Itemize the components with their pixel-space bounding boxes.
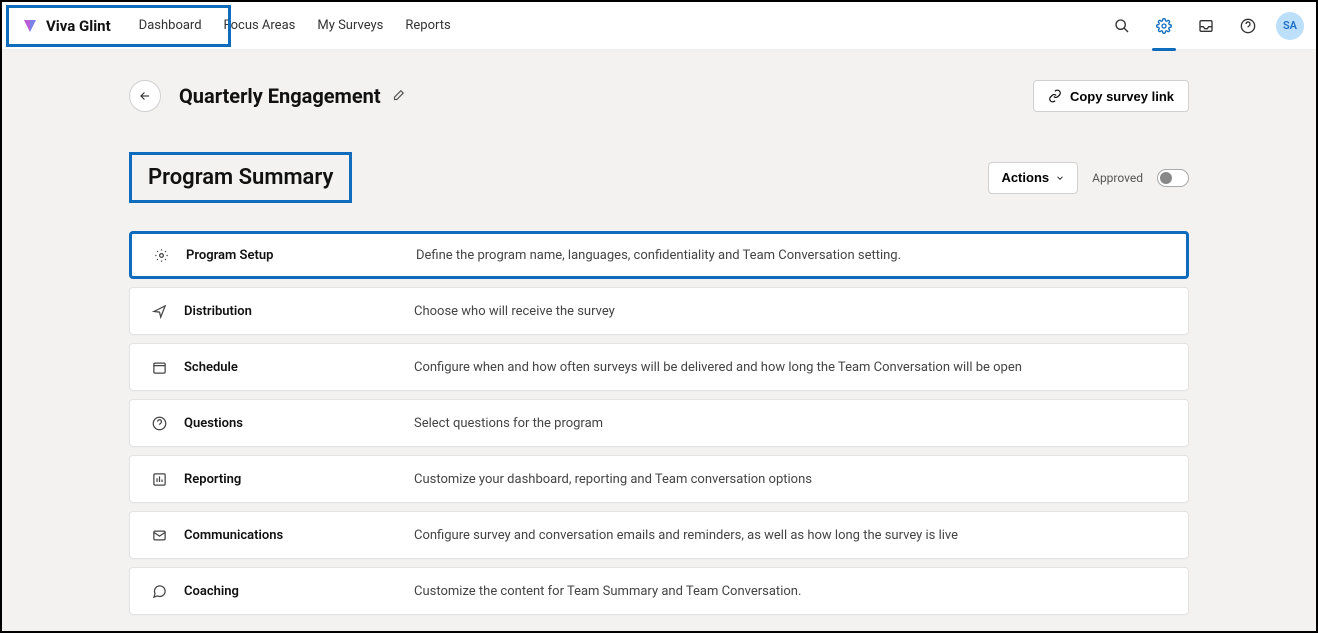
settings-icon[interactable] xyxy=(1150,12,1178,40)
item-label: Communications xyxy=(184,528,414,543)
mail-icon xyxy=(150,528,168,543)
chat-icon xyxy=(150,584,168,599)
list-item-schedule[interactable]: Schedule Configure when and how often su… xyxy=(129,343,1189,391)
nav-link-reports[interactable]: Reports xyxy=(405,18,450,33)
calendar-icon xyxy=(150,360,168,375)
section-title: Program Summary xyxy=(148,165,333,190)
list-item-reporting[interactable]: Reporting Customize your dashboard, repo… xyxy=(129,455,1189,503)
program-items-list: Program Setup Define the program name, l… xyxy=(129,231,1189,615)
back-button[interactable] xyxy=(129,80,161,112)
list-item-coaching[interactable]: Coaching Customize the content for Team … xyxy=(129,567,1189,615)
item-label: Program Setup xyxy=(186,248,416,263)
approved-label: Approved xyxy=(1092,171,1143,185)
nav-link-dashboard[interactable]: Dashboard xyxy=(139,18,202,33)
inbox-icon[interactable] xyxy=(1192,12,1220,40)
search-icon[interactable] xyxy=(1108,12,1136,40)
app-frame: Viva Glint Dashboard Focus Areas My Surv… xyxy=(0,0,1318,633)
item-desc: Define the program name, languages, conf… xyxy=(416,248,901,263)
item-desc: Choose who will receive the survey xyxy=(414,304,615,319)
content-area: Quarterly Engagement Copy survey link Pr… xyxy=(2,50,1316,631)
item-desc: Customize the content for Team Summary a… xyxy=(414,584,801,599)
highlight-program-summary: Program Summary xyxy=(129,152,352,203)
avatar[interactable]: SA xyxy=(1276,12,1304,40)
section-header: Program Summary Actions Approved xyxy=(129,152,1189,203)
list-item-communications[interactable]: Communications Configure survey and conv… xyxy=(129,511,1189,559)
chart-icon xyxy=(150,472,168,487)
edit-icon[interactable] xyxy=(391,89,405,103)
item-label: Questions xyxy=(184,416,414,431)
nav-right: SA xyxy=(1108,12,1304,40)
approved-toggle[interactable] xyxy=(1157,169,1189,187)
copy-survey-link-button[interactable]: Copy survey link xyxy=(1033,80,1189,112)
list-item-distribution[interactable]: Distribution Choose who will receive the… xyxy=(129,287,1189,335)
list-item-questions[interactable]: Questions Select questions for the progr… xyxy=(129,399,1189,447)
item-desc: Configure survey and conversation emails… xyxy=(414,528,958,543)
link-icon xyxy=(1048,89,1062,103)
gear-icon xyxy=(152,248,170,263)
brand[interactable]: Viva Glint xyxy=(14,2,139,49)
nav-links: Dashboard Focus Areas My Surveys Reports xyxy=(139,2,473,49)
nav-link-focus-areas[interactable]: Focus Areas xyxy=(224,18,296,33)
brand-name: Viva Glint xyxy=(46,17,111,35)
chevron-down-icon xyxy=(1055,173,1065,183)
brand-logo-icon xyxy=(20,16,40,36)
question-icon xyxy=(150,416,168,431)
actions-button[interactable]: Actions xyxy=(988,162,1078,194)
page-header: Quarterly Engagement Copy survey link xyxy=(129,80,1189,112)
list-item-program-setup[interactable]: Program Setup Define the program name, l… xyxy=(129,231,1189,279)
item-label: Reporting xyxy=(184,472,414,487)
item-desc: Configure when and how often surveys wil… xyxy=(414,360,1022,375)
actions-label: Actions xyxy=(1001,170,1049,185)
top-nav: Viva Glint Dashboard Focus Areas My Surv… xyxy=(2,2,1316,50)
item-label: Distribution xyxy=(184,304,414,319)
copy-survey-link-label: Copy survey link xyxy=(1070,89,1174,104)
item-desc: Customize your dashboard, reporting and … xyxy=(414,472,812,487)
nav-link-my-surveys[interactable]: My Surveys xyxy=(317,18,383,33)
page-title: Quarterly Engagement xyxy=(179,84,381,108)
item-label: Schedule xyxy=(184,360,414,375)
item-desc: Select questions for the program xyxy=(414,416,603,431)
item-label: Coaching xyxy=(184,584,414,599)
help-icon[interactable] xyxy=(1234,12,1262,40)
send-icon xyxy=(150,304,168,319)
